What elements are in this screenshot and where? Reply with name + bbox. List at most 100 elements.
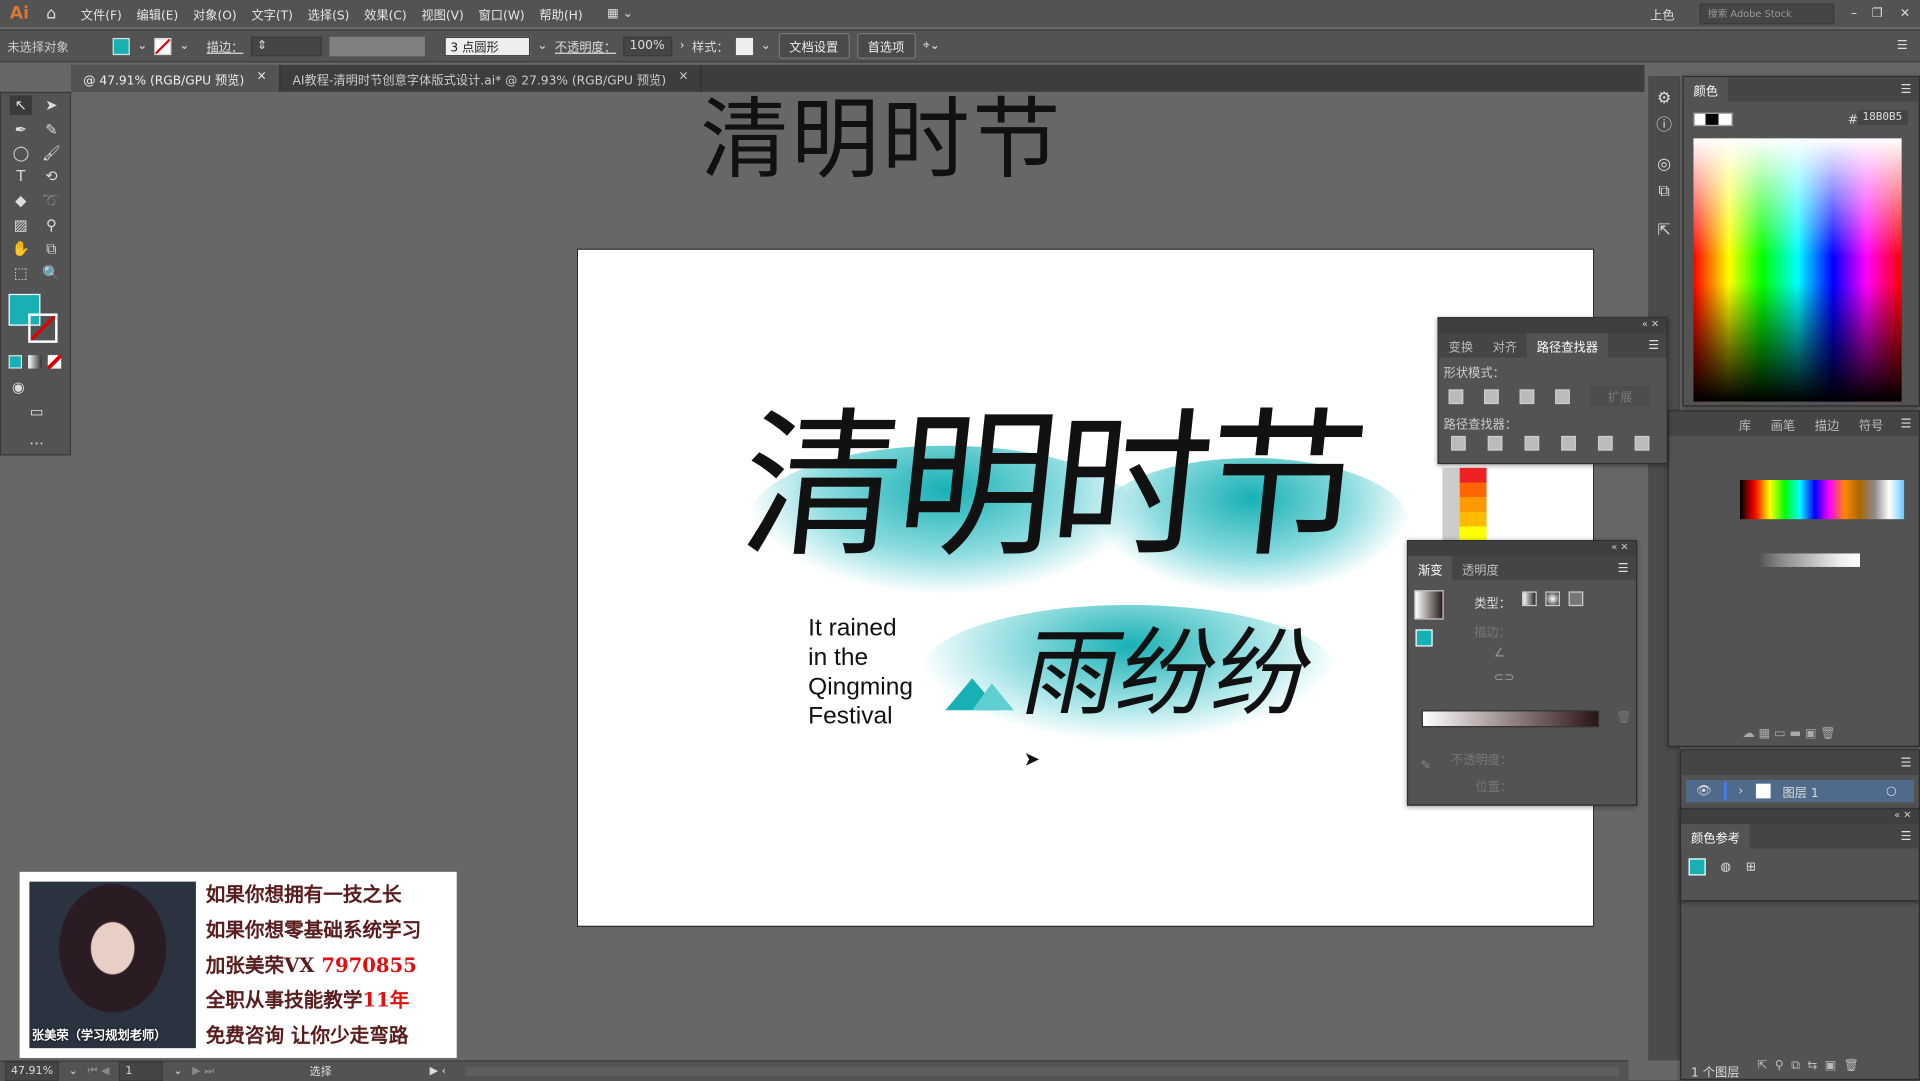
brush-tool-icon[interactable]: 🖌	[40, 143, 62, 163]
select-similar-icon[interactable]: ⌖⌄	[923, 39, 940, 52]
screen-mode-icon[interactable]: ▭	[26, 402, 48, 422]
tab-transparency[interactable]: 透明度	[1452, 555, 1508, 581]
workspace-switcher[interactable]: 上色	[1650, 4, 1674, 22]
eyedropper-tool-icon[interactable]: ⚲	[40, 216, 62, 236]
expand-chevron-icon[interactable]: ›	[1738, 784, 1743, 797]
expand-button[interactable]: 扩展	[1591, 386, 1650, 407]
panel-menu-icon[interactable]: ☰	[1900, 83, 1918, 96]
type-tool-icon[interactable]: T	[10, 167, 32, 187]
tab-align[interactable]: 对齐	[1483, 332, 1527, 358]
layer-name[interactable]: 图层 1	[1782, 782, 1818, 800]
appearance-icon[interactable]: ◎	[1648, 152, 1680, 179]
properties-icon[interactable]: ⚙	[1648, 86, 1680, 113]
brush-select[interactable]: 3 点圆形	[444, 36, 530, 56]
swatch-folders[interactable]	[1442, 468, 1486, 541]
eraser-tool-icon[interactable]: ◆	[10, 191, 32, 211]
lasso-tool-icon[interactable]: ➰	[40, 191, 62, 211]
home-icon[interactable]: ⌂	[39, 4, 74, 22]
panel-menu-icon[interactable]: ☰	[1648, 339, 1666, 352]
menu-select[interactable]: 选择(S)	[300, 4, 357, 22]
panel-menu-icon[interactable]: ☰	[1893, 417, 1919, 430]
zoom-tool-icon[interactable]: 🔍	[40, 263, 62, 283]
exclude-icon[interactable]	[1555, 389, 1570, 404]
minus-front-icon[interactable]	[1484, 389, 1499, 404]
menu-file[interactable]: 文件(F)	[73, 4, 129, 22]
menu-help[interactable]: 帮助(H)	[532, 4, 590, 22]
color-mode-buttons[interactable]	[9, 355, 62, 368]
opacity-input[interactable]: 100%	[623, 36, 672, 56]
tab-symbols[interactable]: 符号	[1849, 411, 1893, 437]
arrange-documents-icon[interactable]: ▦ ⌄	[590, 7, 633, 20]
ellipse-tool-icon[interactable]: ◯	[10, 143, 32, 163]
pen-tool-icon[interactable]: ✒	[10, 120, 32, 140]
draw-mode-icon[interactable]: ◉	[7, 377, 29, 397]
rotate-tool-icon[interactable]: ⟲	[40, 167, 62, 187]
close-tab-icon[interactable]: ×	[678, 70, 688, 87]
menu-edit[interactable]: 编辑(E)	[129, 4, 185, 22]
menu-object[interactable]: 对象(O)	[186, 4, 244, 22]
horizontal-scrollbar[interactable]	[466, 1066, 1619, 1076]
style-swatch[interactable]	[736, 37, 753, 54]
radial-gradient-icon[interactable]	[1545, 591, 1560, 606]
tab-pathfinder[interactable]: 路径查找器	[1527, 333, 1608, 357]
close-button[interactable]: ✕	[1890, 7, 1920, 20]
hex-input[interactable]: 18B0B5	[1858, 110, 1908, 125]
freeform-gradient-icon[interactable]	[1569, 591, 1584, 606]
artboard-tool-icon[interactable]: ⬚	[10, 263, 32, 283]
preferences-button[interactable]: 首选项	[857, 33, 916, 59]
gradient-preview[interactable]	[1414, 590, 1443, 619]
linear-gradient-icon[interactable]	[1522, 591, 1537, 606]
intersect-icon[interactable]	[1520, 389, 1535, 404]
status-mode[interactable]: 选择	[310, 1063, 420, 1079]
merge-icon[interactable]	[1524, 436, 1539, 451]
trim-icon[interactable]	[1488, 436, 1503, 451]
panel-menu-icon[interactable]: ☰	[1897, 39, 1920, 52]
menu-type[interactable]: 文字(T)	[244, 4, 300, 22]
crop-icon[interactable]	[1561, 436, 1576, 451]
unite-icon[interactable]	[1449, 389, 1464, 404]
stroke-swatch[interactable]	[155, 37, 172, 54]
restore-button[interactable]: ❐	[1864, 7, 1890, 20]
artboard-number-select[interactable]: 1	[119, 1061, 163, 1081]
eyedropper-icon[interactable]: ✎	[1420, 759, 1430, 772]
minimize-button[interactable]: –	[1844, 7, 1865, 20]
tab-brushes[interactable]: 画笔	[1761, 411, 1805, 437]
stock-search-input[interactable]: 搜索 Adobe Stock	[1699, 3, 1834, 24]
tab-document-1[interactable]: @ 47.91% (RGB/GPU 预览)×	[71, 65, 280, 92]
panel-menu-icon[interactable]: ☰	[1900, 830, 1918, 843]
zoom-level-select[interactable]: 47.91%	[5, 1061, 59, 1081]
divide-icon[interactable]	[1451, 436, 1466, 451]
gradient-slider[interactable]	[1422, 710, 1600, 727]
stroke-color-box[interactable]	[28, 313, 57, 342]
transform-icon[interactable]: ⧉	[1648, 179, 1680, 206]
tab-stroke[interactable]: 描边	[1805, 411, 1849, 437]
tab-transform[interactable]: 变换	[1439, 332, 1483, 358]
color-wheel-icon[interactable]: ◍	[1720, 860, 1731, 873]
tab-document-2[interactable]: AI教程-清明时节创意字体版式设计.ai* @ 27.93% (RGB/GPU …	[280, 65, 702, 92]
panel-menu-icon[interactable]: ☰	[1618, 561, 1636, 574]
selection-tool-icon[interactable]: ↖	[10, 96, 32, 116]
gradient-fill-swatch[interactable]	[1416, 629, 1433, 646]
stroke-weight-input[interactable]: ⇕	[251, 36, 322, 56]
menu-effect[interactable]: 效果(C)	[357, 4, 414, 22]
delete-stop-icon[interactable]: 🗑	[1616, 711, 1632, 724]
document-setup-button[interactable]: 文档设置	[778, 33, 849, 59]
first-artboard-icon[interactable]: ⏮ ◀	[88, 1065, 110, 1077]
status-menu-icon[interactable]: ▶ ‹	[430, 1065, 446, 1077]
none-black-white-swatches[interactable]	[1693, 113, 1732, 126]
swatch-grid[interactable]	[1740, 480, 1904, 519]
target-circle-icon[interactable]: ○	[1886, 784, 1914, 797]
base-color-swatch[interactable]	[1689, 858, 1706, 875]
menu-view[interactable]: 视图(V)	[414, 4, 471, 22]
layer-row[interactable]: 👁 › 图层 1 ○	[1686, 780, 1914, 802]
fill-swatch[interactable]	[113, 37, 130, 54]
more-tools-icon[interactable]: ⋯	[26, 433, 48, 453]
color-spectrum[interactable]	[1693, 138, 1901, 401]
menu-window[interactable]: 窗口(W)	[471, 4, 532, 22]
minus-back-icon[interactable]	[1635, 436, 1650, 451]
color-guide-title[interactable]: 颜色参考	[1681, 824, 1750, 848]
gray-swatches[interactable]	[1760, 553, 1860, 566]
color-panel-title[interactable]: 颜色	[1684, 77, 1728, 101]
visibility-eye-icon[interactable]: 👁	[1696, 784, 1712, 797]
direct-selection-tool-icon[interactable]: ➤	[40, 96, 62, 116]
